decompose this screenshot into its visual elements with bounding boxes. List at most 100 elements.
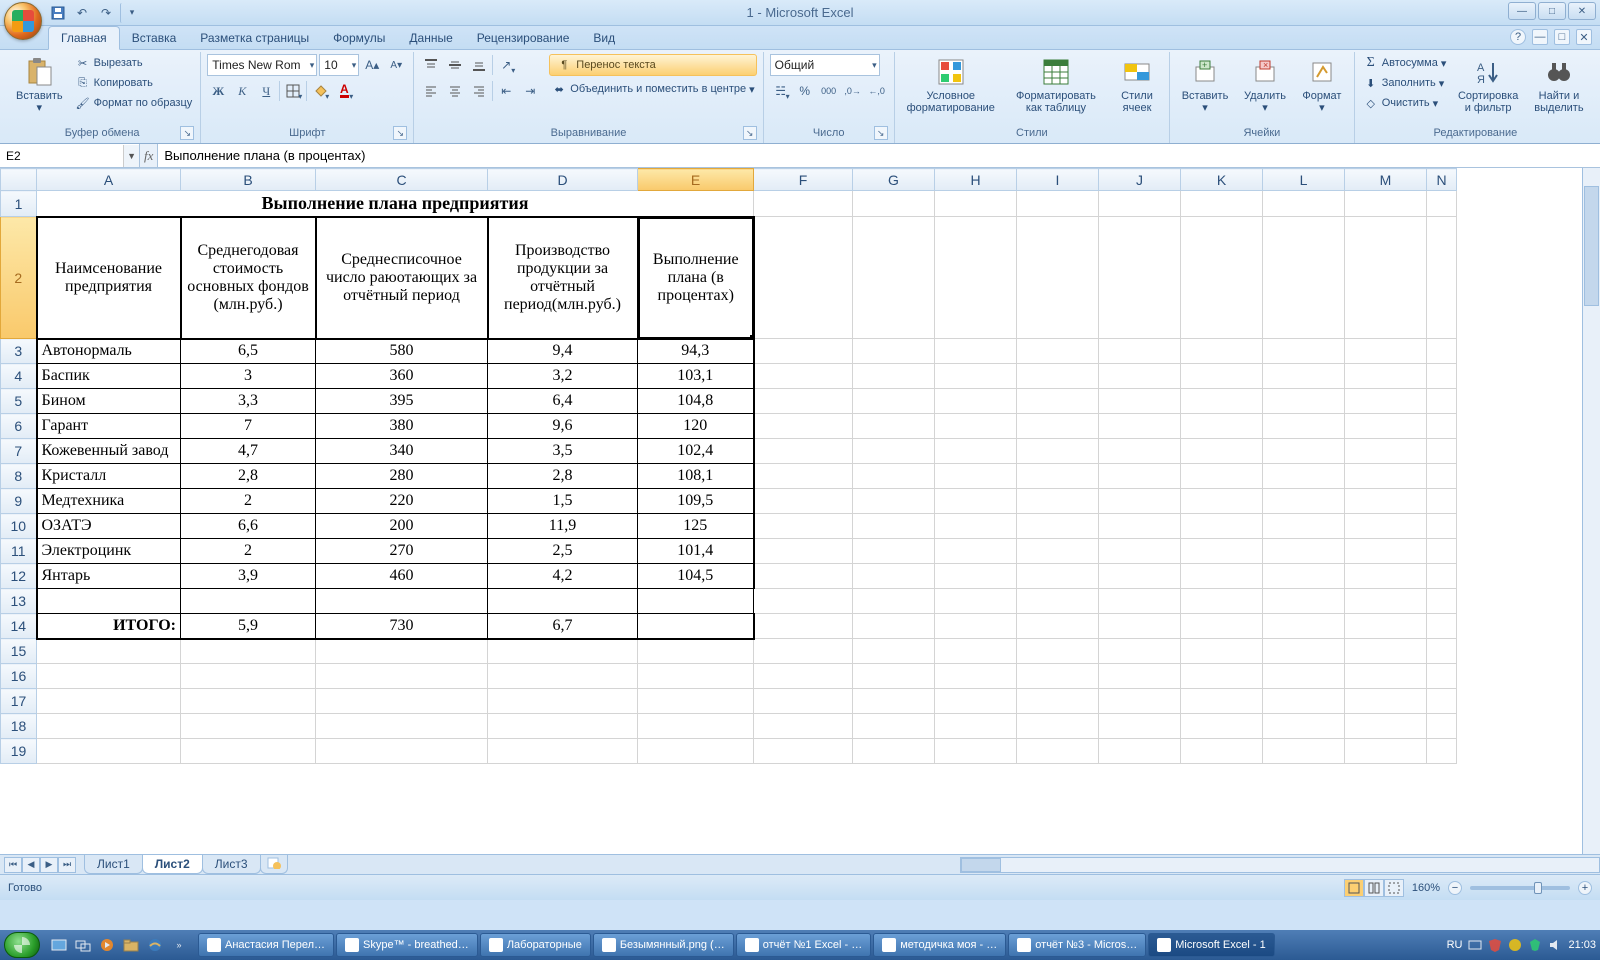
sheet-tab[interactable]: Лист2 bbox=[142, 855, 203, 874]
borders-button[interactable] bbox=[282, 80, 304, 102]
cell[interactable] bbox=[181, 664, 316, 689]
taskbar-item[interactable]: отчёт №3 - Micros… bbox=[1008, 933, 1146, 957]
cell[interactable]: 3,9 bbox=[181, 564, 316, 589]
cell[interactable] bbox=[1345, 339, 1427, 364]
ribbon-tab-data[interactable]: Данные bbox=[397, 27, 464, 49]
cell[interactable]: 220 bbox=[316, 489, 488, 514]
cell[interactable] bbox=[488, 589, 638, 614]
cell[interactable] bbox=[935, 589, 1017, 614]
cell[interactable] bbox=[1099, 414, 1181, 439]
cell[interactable] bbox=[853, 464, 935, 489]
taskbar-item[interactable]: Безымянный.png (… bbox=[593, 933, 734, 957]
sort-filter-button[interactable]: АЯСортировка и фильтр bbox=[1452, 54, 1524, 116]
zoom-in-button[interactable]: + bbox=[1578, 881, 1592, 895]
cell[interactable] bbox=[754, 739, 853, 764]
vertical-scrollbar[interactable] bbox=[1582, 168, 1600, 854]
col-header-E[interactable]: E bbox=[638, 169, 754, 191]
align-top-button[interactable] bbox=[420, 54, 442, 76]
format-as-table-button[interactable]: Форматировать как таблицу bbox=[1005, 54, 1107, 116]
tray-lang[interactable]: RU bbox=[1447, 939, 1463, 951]
ribbon-tab-insert[interactable]: Вставка bbox=[120, 27, 189, 49]
cell[interactable] bbox=[1345, 739, 1427, 764]
cell[interactable] bbox=[1345, 639, 1427, 664]
cell[interactable] bbox=[754, 191, 853, 217]
cell[interactable] bbox=[1181, 664, 1263, 689]
cell[interactable] bbox=[754, 339, 853, 364]
cell[interactable] bbox=[853, 514, 935, 539]
cell[interactable] bbox=[1345, 514, 1427, 539]
cell[interactable] bbox=[1345, 589, 1427, 614]
cell[interactable] bbox=[1427, 739, 1457, 764]
cell[interactable] bbox=[1099, 339, 1181, 364]
sheet-nav-last[interactable]: ⏭ bbox=[58, 857, 76, 873]
cell[interactable] bbox=[935, 639, 1017, 664]
cell[interactable] bbox=[1181, 389, 1263, 414]
cell[interactable] bbox=[316, 664, 488, 689]
ribbon-minimize-button[interactable]: — bbox=[1532, 29, 1548, 45]
cell[interactable] bbox=[1181, 689, 1263, 714]
cell[interactable] bbox=[1099, 389, 1181, 414]
cell[interactable] bbox=[1427, 439, 1457, 464]
paste-button[interactable]: Вставить▾ bbox=[10, 54, 69, 116]
col-header-A[interactable]: A bbox=[37, 169, 181, 191]
cell[interactable] bbox=[638, 689, 754, 714]
cell[interactable] bbox=[1181, 217, 1263, 339]
cell[interactable]: 2 bbox=[181, 489, 316, 514]
col-header-D[interactable]: D bbox=[488, 169, 638, 191]
cell[interactable] bbox=[1099, 639, 1181, 664]
cell[interactable] bbox=[1427, 414, 1457, 439]
table-header[interactable]: Производство продукции за отчётный перио… bbox=[488, 217, 638, 339]
cell[interactable] bbox=[1181, 614, 1263, 639]
cell[interactable] bbox=[1345, 614, 1427, 639]
cell[interactable] bbox=[1099, 664, 1181, 689]
cell[interactable] bbox=[1427, 339, 1457, 364]
col-header-N[interactable]: N bbox=[1427, 169, 1457, 191]
cell[interactable] bbox=[1181, 464, 1263, 489]
cell[interactable] bbox=[935, 514, 1017, 539]
copy-button[interactable]: ⎘Копировать bbox=[73, 74, 195, 92]
cell[interactable] bbox=[1017, 714, 1099, 739]
cell[interactable] bbox=[1427, 489, 1457, 514]
col-header-I[interactable]: I bbox=[1017, 169, 1099, 191]
cell[interactable] bbox=[754, 514, 853, 539]
grow-font-button[interactable]: A▴ bbox=[361, 54, 383, 76]
tray-shield-icon[interactable] bbox=[1488, 938, 1502, 952]
cell[interactable] bbox=[1263, 589, 1345, 614]
cell[interactable] bbox=[754, 589, 853, 614]
horizontal-scrollbar[interactable] bbox=[960, 857, 1600, 873]
row-header-16[interactable]: 16 bbox=[1, 664, 37, 689]
cell[interactable] bbox=[1017, 514, 1099, 539]
cell[interactable] bbox=[1099, 689, 1181, 714]
cell[interactable]: 120 bbox=[638, 414, 754, 439]
number-launcher[interactable]: ↘ bbox=[874, 126, 888, 140]
cell[interactable] bbox=[1099, 514, 1181, 539]
tray-updates-icon[interactable] bbox=[1508, 938, 1522, 952]
taskbar-item[interactable]: методичка моя - … bbox=[873, 933, 1006, 957]
cell[interactable] bbox=[1345, 664, 1427, 689]
wrap-text-button[interactable]: ¶Перенос текста bbox=[549, 54, 756, 76]
fill-button[interactable]: ⬇Заполнить ▾ bbox=[1361, 74, 1449, 92]
cell[interactable] bbox=[181, 739, 316, 764]
row-header-7[interactable]: 7 bbox=[1, 439, 37, 464]
table-header[interactable]: Выполнение плана (в процентах) bbox=[638, 217, 754, 339]
cell[interactable] bbox=[1427, 664, 1457, 689]
ribbon-tab-home[interactable]: Главная bbox=[48, 26, 120, 50]
cell[interactable]: 9,4 bbox=[488, 339, 638, 364]
cell[interactable] bbox=[935, 664, 1017, 689]
cell[interactable] bbox=[1181, 364, 1263, 389]
cell[interactable] bbox=[488, 664, 638, 689]
cell[interactable] bbox=[1345, 464, 1427, 489]
cell[interactable] bbox=[1427, 464, 1457, 489]
row-header-8[interactable]: 8 bbox=[1, 464, 37, 489]
cell-name[interactable]: Янтарь bbox=[37, 564, 181, 589]
ql-switch-windows[interactable] bbox=[72, 934, 94, 956]
taskbar-item[interactable]: Microsoft Excel - 1 bbox=[1148, 933, 1274, 957]
cell[interactable] bbox=[1099, 589, 1181, 614]
cell[interactable] bbox=[853, 364, 935, 389]
cell[interactable]: 3,2 bbox=[488, 364, 638, 389]
cell[interactable] bbox=[1099, 539, 1181, 564]
cell-name[interactable]: Кристалл bbox=[37, 464, 181, 489]
cell[interactable] bbox=[754, 714, 853, 739]
cell[interactable] bbox=[1345, 714, 1427, 739]
cell[interactable] bbox=[1345, 364, 1427, 389]
